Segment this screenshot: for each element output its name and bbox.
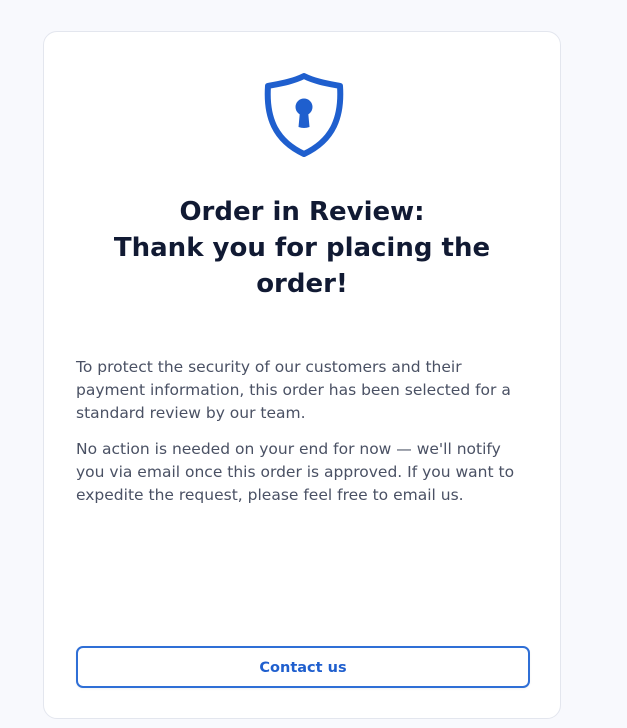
title-line-2: Thank you for placing the	[113, 233, 491, 263]
next-steps-paragraph: No action is needed on your end for now …	[76, 440, 515, 504]
review-message: To protect the security of our customers…	[76, 356, 532, 520]
title-line-3: order!	[256, 269, 348, 299]
order-review-card: Order in Review: Thank you for placing t…	[43, 31, 561, 719]
title-line-1: Order in Review:	[179, 197, 425, 227]
shield-keyhole-icon	[264, 72, 344, 158]
security-paragraph: To protect the security of our customers…	[76, 358, 511, 422]
contact-us-button[interactable]: Contact us	[76, 646, 530, 688]
page-title: Order in Review: Thank you for placing t…	[64, 194, 540, 302]
